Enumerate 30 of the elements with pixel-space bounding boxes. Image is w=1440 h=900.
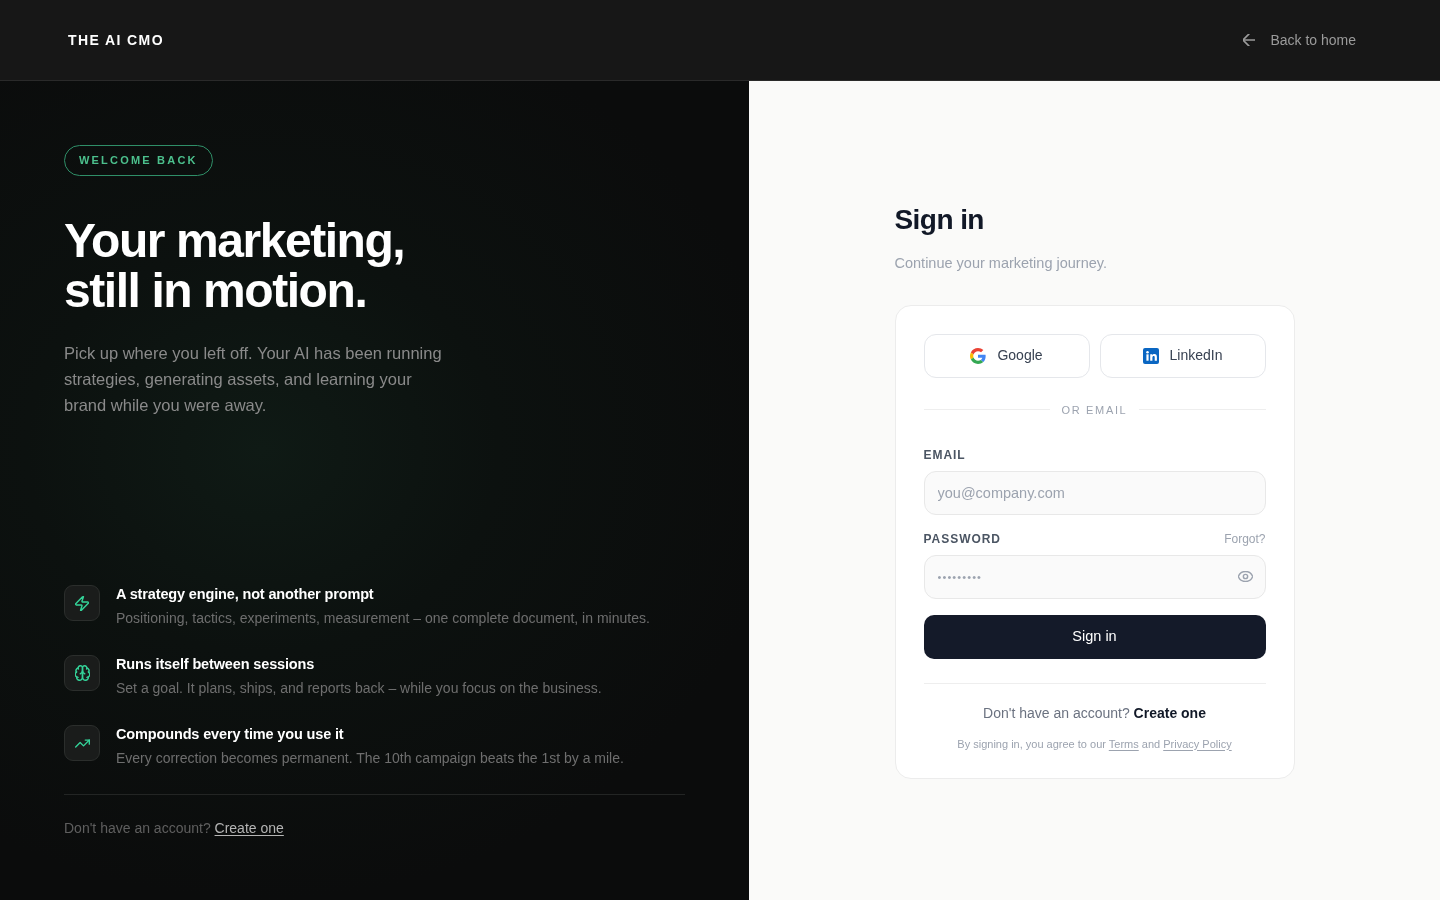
hero-heading: Your marketing, still in motion.	[64, 216, 405, 316]
hero-description: Pick up where you left off. Your AI has been running strategies, generating assets, and learning your brand while you were away.	[64, 343, 443, 416]
feature-title: A strategy engine, not another prompt	[116, 585, 375, 603]
linkedin-logo-icon	[1142, 347, 1159, 364]
feature-description: Every correction becomes permanent. The 10th campaign beats the 1st by a mile.	[116, 749, 624, 768]
lightning-bolt-icon	[64, 585, 100, 621]
brand-logo[interactable]: THE AI CMO	[68, 29, 164, 51]
trending-up-icon	[64, 725, 100, 761]
field-label: PASSWORD	[923, 531, 1001, 546]
create-account-link[interactable]: Create one	[214, 820, 284, 836]
sign-in-heading: Sign in	[894, 202, 984, 237]
eye-icon[interactable]	[1237, 570, 1253, 582]
google-logo-icon	[970, 347, 987, 364]
feature-description: Set a goal. It plans, ships, and reports back – while you focus on the business.	[116, 679, 602, 698]
feature-title: Compounds every time you use it	[116, 725, 345, 743]
sign-in-button[interactable]: Sign in	[923, 614, 1266, 659]
field-label: EMAIL	[923, 447, 966, 462]
feature-title: Runs itself between sessions	[116, 655, 316, 673]
signup-prompt: Don't have an account? Create one	[983, 703, 1206, 723]
feature-description: Positioning, tactics, experiments, measurement – one complete document, in minutes.	[116, 609, 650, 628]
legal-notice: By signing in, you agree to our Terms and Privacy Policy	[957, 736, 1232, 752]
google-sign-in-button[interactable]: Google	[923, 333, 1090, 378]
sign-in-subtitle: Continue your marketing journey.	[894, 253, 1107, 273]
signup-prompt: Don't have an account? Create one	[64, 819, 284, 838]
email-field[interactable]: you@company.com	[923, 470, 1266, 515]
back-to-home-link[interactable]: Back to home	[1243, 29, 1356, 51]
divider-label: OR EMAIL	[1061, 402, 1128, 418]
linkedin-sign-in-button[interactable]: LinkedIn	[1099, 333, 1266, 378]
brain-icon	[64, 655, 100, 691]
create-account-link[interactable]: Create one	[1133, 704, 1206, 721]
